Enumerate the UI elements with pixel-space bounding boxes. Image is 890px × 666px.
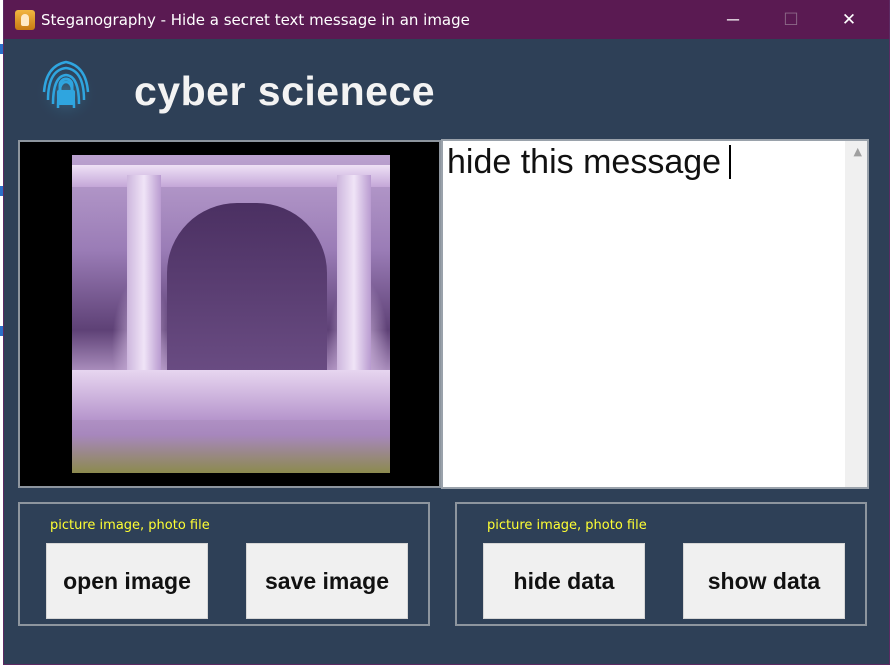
image-file-group: picture image, photo file open image sav…	[18, 502, 430, 626]
message-textarea[interactable]: hide this message	[447, 143, 845, 483]
app-heading: cyber scienece	[134, 68, 436, 114]
message-panel: hide this message ▲	[441, 139, 869, 489]
show-data-button[interactable]: show data	[683, 543, 845, 619]
message-scrollbar[interactable]: ▲	[845, 141, 867, 487]
app-window: Steganography - Hide a secret text messa…	[4, 0, 889, 664]
save-image-button[interactable]: save image	[246, 543, 408, 619]
close-button[interactable]: ✕	[820, 0, 878, 39]
app-icon	[15, 9, 35, 30]
group-label: picture image, photo file	[487, 518, 647, 533]
minimize-button[interactable]: ─	[704, 0, 762, 39]
maximize-button[interactable]: ☐	[762, 0, 820, 39]
text-caret	[729, 145, 732, 179]
title-bar[interactable]: Steganography - Hide a secret text messa…	[4, 0, 889, 39]
window-title: Steganography - Hide a secret text messa…	[41, 10, 470, 29]
scroll-up-icon[interactable]: ▲	[854, 145, 862, 158]
loaded-image	[72, 155, 390, 473]
message-text: hide this message	[447, 143, 722, 181]
open-image-button[interactable]: open image	[46, 543, 208, 619]
fingerprint-lock-icon	[26, 58, 106, 128]
hide-data-button[interactable]: hide data	[483, 543, 645, 619]
group-label: picture image, photo file	[50, 518, 210, 533]
data-group: picture image, photo file hide data show…	[455, 502, 867, 626]
image-preview-panel	[18, 140, 441, 488]
